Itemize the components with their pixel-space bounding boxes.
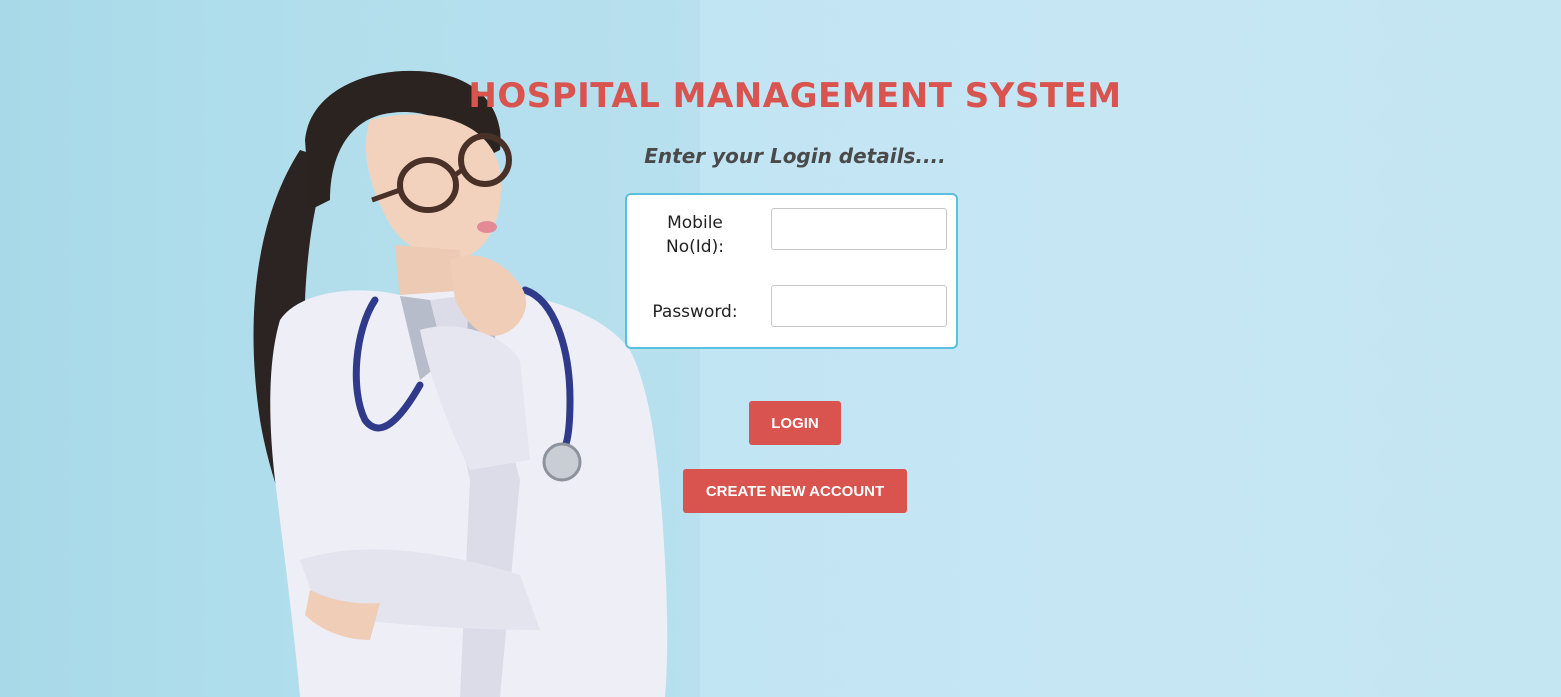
password-input[interactable]: [771, 285, 947, 327]
mobile-id-input[interactable]: [771, 208, 947, 250]
login-form-box: Mobile No(Id): Password:: [625, 193, 958, 349]
login-button[interactable]: LOGIN: [749, 401, 841, 445]
page-title: HOSPITAL MANAGEMENT SYSTEM: [468, 76, 1122, 116]
page-subtitle: Enter your Login details....: [644, 144, 946, 168]
password-label: Password:: [652, 302, 738, 322]
create-new-account-button[interactable]: CREATE NEW ACCOUNT: [683, 469, 907, 513]
mobile-id-label: Mobile No(Id):: [666, 213, 724, 257]
